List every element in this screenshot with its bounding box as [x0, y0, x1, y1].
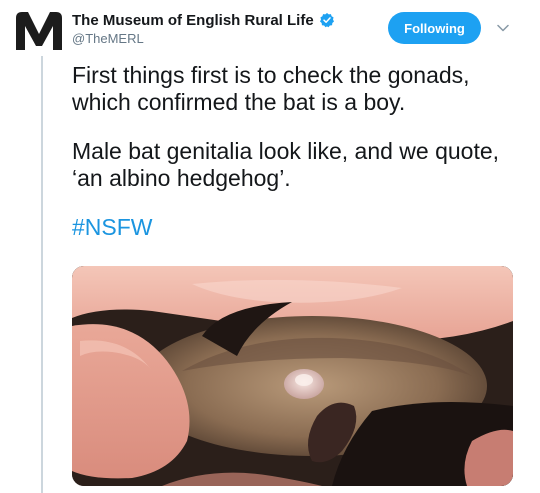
- verified-badge-icon: [319, 12, 335, 28]
- merl-m-logo-icon: [16, 12, 62, 50]
- following-button[interactable]: Following: [388, 12, 481, 44]
- name-row: The Museum of English Rural Life: [72, 10, 372, 30]
- tweet-text: First things first is to check the gonad…: [72, 62, 522, 263]
- hashtag-link[interactable]: #NSFW: [72, 214, 153, 240]
- account-handle[interactable]: @TheMERL: [72, 31, 372, 46]
- tweet-paragraph-1: First things first is to check the gonad…: [72, 62, 470, 115]
- thread-line: [41, 56, 43, 493]
- tweet-paragraph-2: Male bat genitalia look like, and we quo…: [72, 138, 500, 191]
- chevron-down-icon[interactable]: [497, 24, 509, 32]
- avatar[interactable]: [14, 10, 64, 52]
- bat-photo-image: [72, 266, 513, 486]
- tweet-header: The Museum of English Rural Life @TheMER…: [72, 10, 372, 46]
- display-name[interactable]: The Museum of English Rural Life: [72, 12, 314, 29]
- tweet-photo[interactable]: [72, 266, 513, 486]
